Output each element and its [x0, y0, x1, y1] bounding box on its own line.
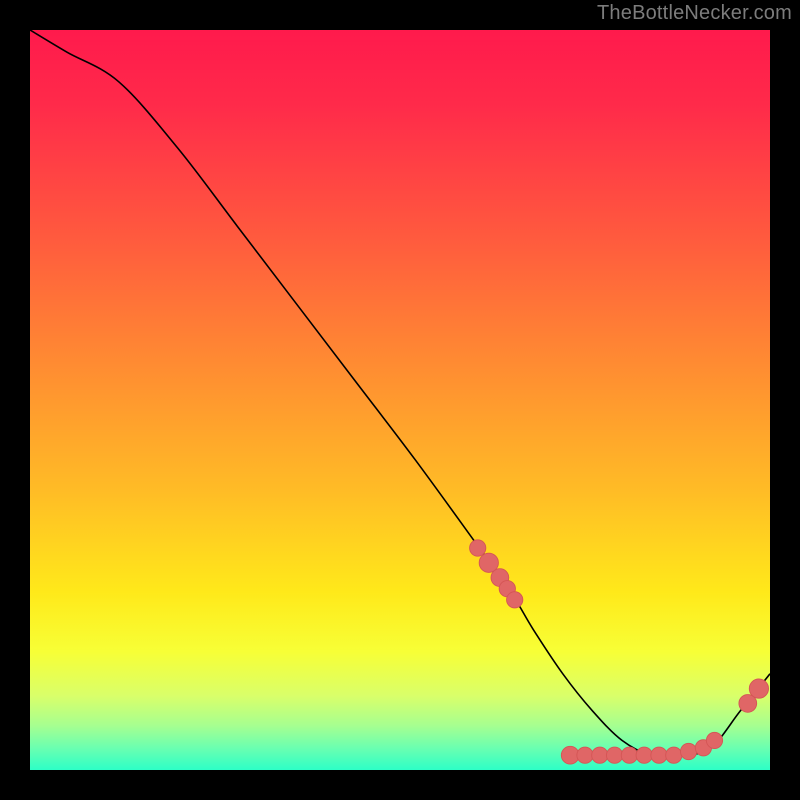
data-marker: [680, 743, 696, 759]
bottleneck-curve: [30, 30, 770, 757]
data-marker: [592, 747, 608, 763]
chart-container: TheBottleNecker.com: [0, 0, 800, 800]
curve-layer: [30, 30, 770, 770]
data-marker: [636, 747, 652, 763]
data-marker: [606, 747, 622, 763]
data-marker: [577, 747, 593, 763]
watermark-text: TheBottleNecker.com: [597, 2, 792, 25]
data-marker: [621, 747, 637, 763]
data-marker: [706, 732, 722, 748]
data-marker: [666, 747, 682, 763]
data-marker: [470, 540, 486, 556]
data-marker: [749, 679, 768, 698]
data-marker: [651, 747, 667, 763]
plot-area: [30, 30, 770, 770]
data-marker: [507, 592, 523, 608]
